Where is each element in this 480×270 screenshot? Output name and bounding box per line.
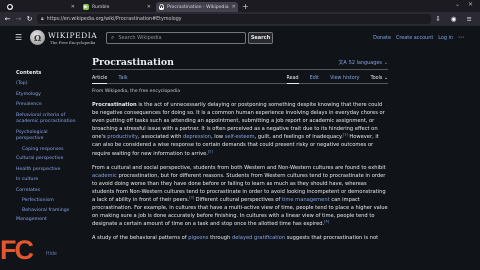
reload-icon[interactable]: ↻	[26, 14, 33, 24]
toc-item[interactable]: Etymology	[16, 92, 76, 99]
text: Different cultural perspectives of	[194, 197, 282, 204]
window-controls[interactable]: ⌄ ✕	[455, 1, 476, 8]
github-icon: ●	[7, 4, 13, 10]
wikipedia-page: ☰ Ω WIKIPEDIA The Free Encyclopedia ⌕ Se…	[0, 26, 480, 270]
search-icon: ⌕	[111, 34, 115, 41]
close-tab-icon[interactable]: ✕	[71, 4, 75, 10]
new-tab-icon[interactable]: +	[242, 2, 249, 12]
toc-title: Contents	[16, 70, 42, 76]
toc-item[interactable]: Management	[16, 217, 76, 224]
url-text: https://en.wikipedia.org/wiki/Procrastin…	[46, 16, 182, 22]
browser-tab-rumble[interactable]: ▶ Rumble ✕	[80, 2, 154, 12]
tab-talk[interactable]: Talk	[118, 76, 127, 83]
paragraph-2: From a cultural and social perspective, …	[92, 164, 388, 229]
toc-item[interactable]: Health perspective	[16, 167, 76, 174]
link-pigeons[interactable]: pigeons	[188, 235, 208, 241]
paragraph-1: Procrastination is the act of unnecessar…	[92, 101, 388, 158]
article-content: Procrastination 文A 52 languages ⌄ Articl…	[92, 56, 388, 249]
bold-term: Procrastination	[92, 102, 137, 108]
browser-nav-bar: ← → ↻ 🔒︎ https://en.wikipedia.org/wiki/P…	[0, 12, 480, 26]
toc-item[interactable]: (Top)	[16, 81, 76, 88]
toc-item[interactable]: Correlates	[16, 188, 76, 195]
text: , associated with	[138, 134, 183, 141]
text: through	[208, 235, 232, 242]
wiki-header: ☰ Ω WIKIPEDIA The Free Encyclopedia ⌕ Se…	[0, 26, 480, 50]
link-depression[interactable]: depression	[183, 134, 211, 140]
wikipedia-tagline: The Free Encyclopedia	[50, 40, 96, 45]
lock-icon: 🔒︎	[41, 16, 44, 22]
search-button[interactable]: Search	[248, 32, 273, 44]
toc-list: (Top) Etymology Prevalence Behavioral crite…	[16, 81, 76, 224]
close-tab-icon[interactable]: ✕	[147, 4, 151, 10]
search-input[interactable]: ⌕ Search Wikipedia	[106, 32, 246, 44]
page-tabs: Article Talk Read Edit View history Tool…	[92, 74, 388, 84]
hide-link[interactable]: Hide	[46, 252, 57, 257]
chevron-down-icon: ⌄	[383, 76, 388, 81]
url-bar[interactable]: 🔒︎ https://en.wikipedia.org/wiki/Procras…	[37, 14, 432, 24]
citation-link[interactable]: [2]	[208, 149, 213, 153]
text: suggests that procrastination is not	[285, 235, 379, 242]
toc-item[interactable]: In culture	[16, 177, 76, 184]
site-subtitle: From Wikipedia, the free encyclopedia	[92, 89, 181, 94]
more-options-icon[interactable]: ⋯	[458, 34, 464, 41]
tab-label: Procrastination - Wikipedia	[167, 4, 229, 10]
text: , guilt, and feelings of inadequacy.	[254, 134, 343, 141]
link-delayed-gratification[interactable]: delayed gratification	[232, 235, 285, 241]
tools-menu[interactable]: Tools ⌄	[371, 76, 388, 83]
toc-item[interactable]: Behavioral criteria of academic procrast…	[16, 113, 76, 126]
tools-label: Tools	[370, 76, 383, 81]
wikipedia-tab-icon: W	[159, 4, 165, 10]
paragraph-3: A study of the behavioral patterns of pi…	[92, 234, 388, 242]
text: , low	[211, 134, 225, 141]
create-account-link[interactable]: Create account	[396, 35, 433, 41]
tab-article[interactable]: Article	[92, 76, 108, 84]
forward-icon[interactable]: →	[15, 14, 22, 24]
back-icon[interactable]: ←	[4, 14, 11, 24]
link-time-management[interactable]: time management	[282, 197, 330, 203]
tab-view-history[interactable]: View history	[330, 76, 359, 83]
link-self-esteem[interactable]: self-esteem	[225, 134, 255, 140]
link-academic[interactable]: academic	[92, 173, 117, 179]
browser-tab-github[interactable]: ● ✕	[4, 2, 78, 12]
search-placeholder: Search Wikipedia	[118, 35, 162, 41]
table-of-contents: Contents (Top) Etymology Prevalence Behavio…	[16, 70, 76, 228]
tab-read[interactable]: Read	[286, 76, 299, 84]
article-body: Procrastination is the act of unnecessar…	[92, 101, 388, 243]
wikipedia-wordmark[interactable]: WIKIPEDIA	[48, 31, 97, 40]
login-link[interactable]: Log in	[438, 35, 453, 41]
toc-item[interactable]: Behavioral framings	[16, 208, 76, 215]
toc-item[interactable]: Cultural perspective	[16, 156, 76, 163]
rumble-icon: ▶	[83, 4, 89, 10]
toolbar-icons[interactable]: ⇩ ◉ ≡	[435, 15, 476, 23]
tab-edit[interactable]: Edit	[310, 76, 319, 83]
main-menu-icon[interactable]: ☰	[15, 34, 22, 42]
toc-item[interactable]: Coping responses	[16, 147, 76, 154]
tab-label: Rumble	[92, 4, 110, 10]
link-productivity[interactable]: productivity	[107, 134, 138, 140]
text: A study of the behavioral patterns of	[92, 235, 189, 242]
personal-tools: Donate Create account Log in ⋯	[373, 34, 464, 41]
browser-tab-wikipedia[interactable]: W Procrastination - Wikipedia ✕	[156, 2, 238, 12]
close-tab-icon[interactable]: ✕	[232, 4, 236, 10]
citation-link[interactable]: [4]	[324, 220, 329, 224]
donate-link[interactable]: Donate	[373, 35, 391, 41]
browser-tab-bar: ● ✕ ▶ Rumble ✕ W Procrastination - Wikip…	[0, 0, 480, 12]
toc-item[interactable]: Prevalence	[16, 102, 76, 109]
text: From a cultural and social perspective, …	[92, 164, 386, 171]
channel-watermark: FC	[0, 235, 34, 265]
toc-item[interactable]: Perfectionism	[16, 198, 76, 205]
wikipedia-logo-icon[interactable]: Ω	[30, 30, 45, 45]
toc-item[interactable]: Psychological perspective	[16, 130, 76, 143]
